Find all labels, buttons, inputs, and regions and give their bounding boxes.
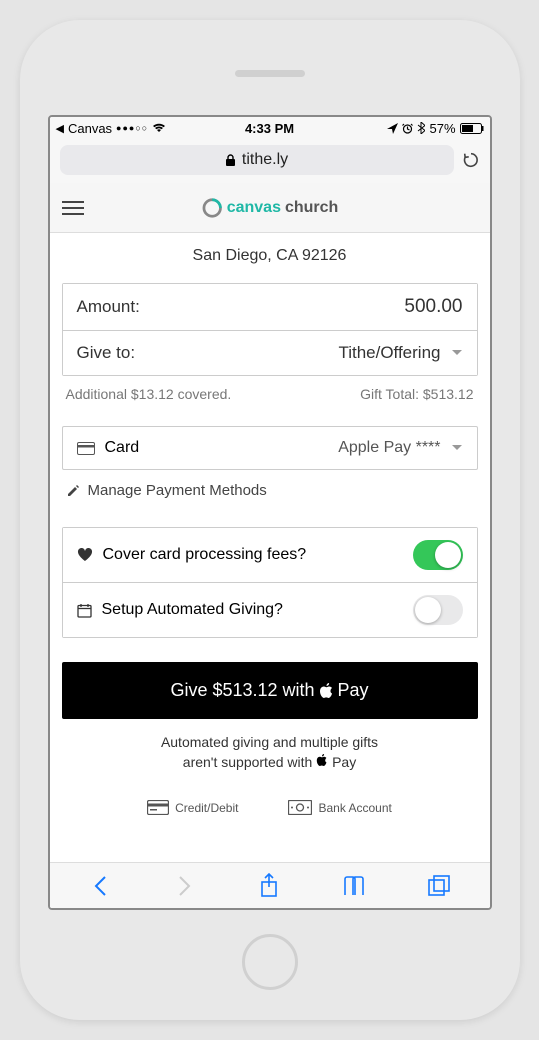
browser-forward-button[interactable] xyxy=(170,875,200,897)
alarm-icon xyxy=(402,123,413,134)
back-app-chevron-icon[interactable]: ◀ xyxy=(56,122,64,135)
back-app-label[interactable]: Canvas xyxy=(68,121,112,136)
app-header: canvaschurch xyxy=(50,183,490,233)
cover-fees-toggle[interactable] xyxy=(413,540,463,570)
give-to-label: Give to: xyxy=(77,343,136,363)
lock-icon xyxy=(225,154,236,167)
bank-account-option[interactable]: Bank Account xyxy=(288,800,391,815)
apple-pay-disclaimer: Automated giving and multiple gifts aren… xyxy=(62,733,478,772)
give-to-value: Tithe/Offering xyxy=(338,343,440,363)
ios-status-bar: ◀ Canvas ●●●○○ 4:33 PM 57% xyxy=(50,117,490,139)
automated-giving-label: Setup Automated Giving? xyxy=(102,601,403,619)
battery-percentage: 57% xyxy=(429,121,455,136)
credit-card-icon xyxy=(77,442,95,455)
calendar-icon xyxy=(77,603,92,618)
chevron-down-icon xyxy=(451,347,463,359)
amount-label: Amount: xyxy=(77,297,140,317)
wifi-icon xyxy=(152,123,166,133)
battery-icon xyxy=(460,123,484,134)
bank-account-label: Bank Account xyxy=(318,801,391,815)
credit-debit-label: Credit/Debit xyxy=(175,801,238,815)
chevron-down-icon xyxy=(451,442,463,454)
gift-total-text: Gift Total: $513.12 xyxy=(360,386,473,402)
safari-url-bar: tithe.ly xyxy=(50,139,490,183)
menu-button[interactable] xyxy=(62,201,84,215)
card-label: Card xyxy=(105,439,329,457)
amount-value: 500.00 xyxy=(404,296,462,318)
logo-text-canvas: canvas xyxy=(227,199,281,217)
app-logo: canvaschurch xyxy=(201,197,339,219)
give-to-select[interactable]: Give to: Tithe/Offering xyxy=(63,330,477,375)
location-arrow-icon xyxy=(387,123,398,134)
url-domain: tithe.ly xyxy=(242,151,288,169)
credit-debit-option[interactable]: Credit/Debit xyxy=(147,800,238,815)
browser-back-button[interactable] xyxy=(85,875,115,897)
logo-text-church: church xyxy=(285,199,338,217)
refresh-icon[interactable] xyxy=(462,151,480,169)
amount-field[interactable]: Amount: 500.00 xyxy=(63,284,477,330)
bookmarks-button[interactable] xyxy=(339,875,369,897)
status-time: 4:33 PM xyxy=(245,121,294,136)
safari-toolbar xyxy=(50,862,490,908)
card-value: Apple Pay **** xyxy=(338,439,440,457)
automated-giving-toggle[interactable] xyxy=(413,595,463,625)
tabs-button[interactable] xyxy=(424,875,454,897)
give-button[interactable]: Give $513.12 with Pay xyxy=(62,662,478,719)
iphone-home-button[interactable] xyxy=(242,934,298,990)
give-button-suffix: Pay xyxy=(338,680,369,701)
bluetooth-icon xyxy=(417,122,425,134)
share-button[interactable] xyxy=(254,873,284,899)
give-button-prefix: Give $513.12 with xyxy=(170,680,314,701)
cash-icon xyxy=(288,800,312,815)
covered-amount-text: Additional $13.12 covered. xyxy=(66,386,232,402)
signal-dots-icon: ●●●○○ xyxy=(116,123,148,133)
apple-logo-icon xyxy=(316,753,328,767)
manage-payment-label: Manage Payment Methods xyxy=(88,482,267,499)
manage-payment-methods-link[interactable]: Manage Payment Methods xyxy=(62,470,478,499)
pencil-icon xyxy=(66,484,80,498)
url-field[interactable]: tithe.ly xyxy=(60,145,454,175)
payment-method-select[interactable]: Card Apple Pay **** xyxy=(62,426,478,470)
heart-icon xyxy=(77,548,93,562)
apple-logo-icon xyxy=(319,682,334,699)
cover-fees-label: Cover card processing fees? xyxy=(103,546,403,564)
credit-card-icon xyxy=(147,800,169,815)
church-location: San Diego, CA 92126 xyxy=(62,247,478,265)
